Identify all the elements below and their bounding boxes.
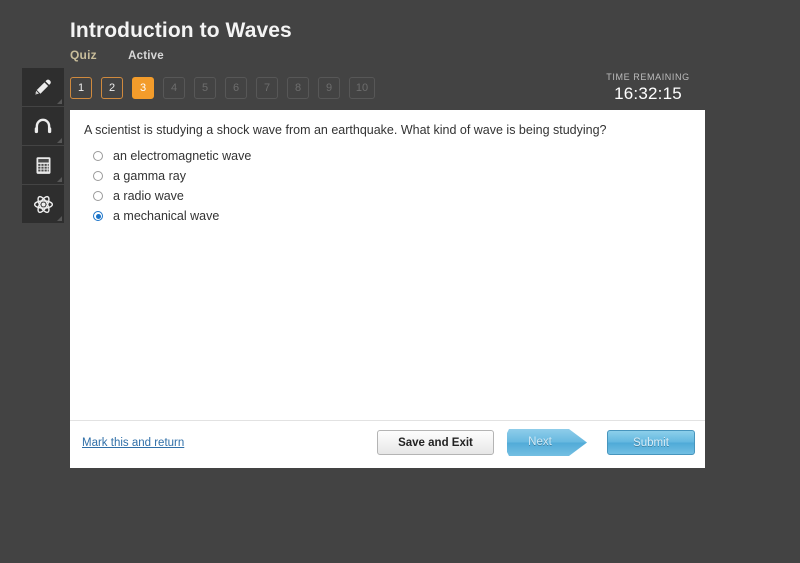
footer-button-row: Save and Exit Next Submit	[377, 429, 695, 456]
resize-corner-icon	[57, 138, 62, 143]
next-button[interactable]: Next	[507, 429, 587, 456]
panel-footer: Mark this and return Save and Exit Next …	[70, 420, 705, 468]
radio-button-icon[interactable]	[93, 171, 103, 181]
answer-option-label: a radio wave	[113, 189, 184, 203]
answer-option-label: a mechanical wave	[113, 209, 220, 223]
quiz-page: Introduction to Waves Quiz Active TIME R…	[0, 0, 800, 563]
assignment-kind-label: Quiz	[70, 48, 97, 62]
radio-button-icon[interactable]	[93, 151, 103, 161]
assignment-state-label: Active	[128, 50, 164, 62]
answer-options[interactable]: an electromagnetic wave a gamma ray a radi…	[84, 146, 691, 226]
question-number-6[interactable]: 6	[225, 77, 247, 99]
save-and-exit-button[interactable]: Save and Exit	[377, 430, 494, 455]
quiz-subheader: Quiz Active	[70, 47, 710, 64]
page-title: Introduction to Waves	[70, 19, 292, 42]
question-number-nav[interactable]: 1 2 3 4 5 6 7 8 9 10	[70, 77, 375, 99]
resize-corner-icon	[57, 177, 62, 182]
tool-periodic-table[interactable]	[22, 185, 64, 223]
question-number-10[interactable]: 10	[349, 77, 375, 99]
question-number-4[interactable]: 4	[163, 77, 185, 99]
time-remaining-value: 16:32:15	[614, 84, 682, 103]
answer-option[interactable]: a gamma ray	[84, 166, 691, 186]
question-number-3[interactable]: 3	[132, 77, 154, 99]
radio-button-icon[interactable]	[93, 211, 103, 221]
answer-option[interactable]: an electromagnetic wave	[84, 146, 691, 166]
answer-option[interactable]: a radio wave	[84, 186, 691, 206]
question-number-7[interactable]: 7	[256, 77, 278, 99]
question-number-5[interactable]: 5	[194, 77, 216, 99]
atom-icon	[32, 193, 55, 216]
resize-corner-icon	[57, 216, 62, 221]
tool-audio[interactable]	[22, 107, 64, 146]
radio-button-icon[interactable]	[93, 191, 103, 201]
answer-option[interactable]: a mechanical wave	[84, 206, 691, 226]
tool-rail[interactable]	[22, 68, 64, 223]
headphones-icon	[32, 115, 54, 137]
question-number-1[interactable]: 1	[70, 77, 92, 99]
submit-button[interactable]: Submit	[607, 430, 695, 455]
next-button-label: Next	[528, 436, 552, 448]
time-remaining-label: TIME REMAINING	[606, 72, 690, 82]
question-number-8[interactable]: 8	[287, 77, 309, 99]
calculator-icon	[33, 155, 54, 176]
mark-this-and-return-link[interactable]: Mark this and return	[82, 437, 184, 449]
question-panel: A scientist is studying a shock wave fro…	[70, 110, 705, 468]
tool-calculator[interactable]	[22, 146, 64, 185]
resize-corner-icon	[57, 99, 62, 104]
answer-option-label: an electromagnetic wave	[113, 149, 252, 163]
question-number-2[interactable]: 2	[101, 77, 123, 99]
time-remaining: TIME REMAINING 16:32:15	[588, 72, 708, 104]
answer-option-label: a gamma ray	[113, 169, 186, 183]
tool-highlighter[interactable]	[22, 68, 64, 107]
question-prompt: A scientist is studying a shock wave fro…	[84, 123, 607, 137]
question-body: A scientist is studying a shock wave fro…	[70, 110, 705, 420]
pencil-icon	[32, 76, 54, 98]
question-number-9[interactable]: 9	[318, 77, 340, 99]
quiz-header: Introduction to Waves Quiz Active	[70, 18, 710, 64]
